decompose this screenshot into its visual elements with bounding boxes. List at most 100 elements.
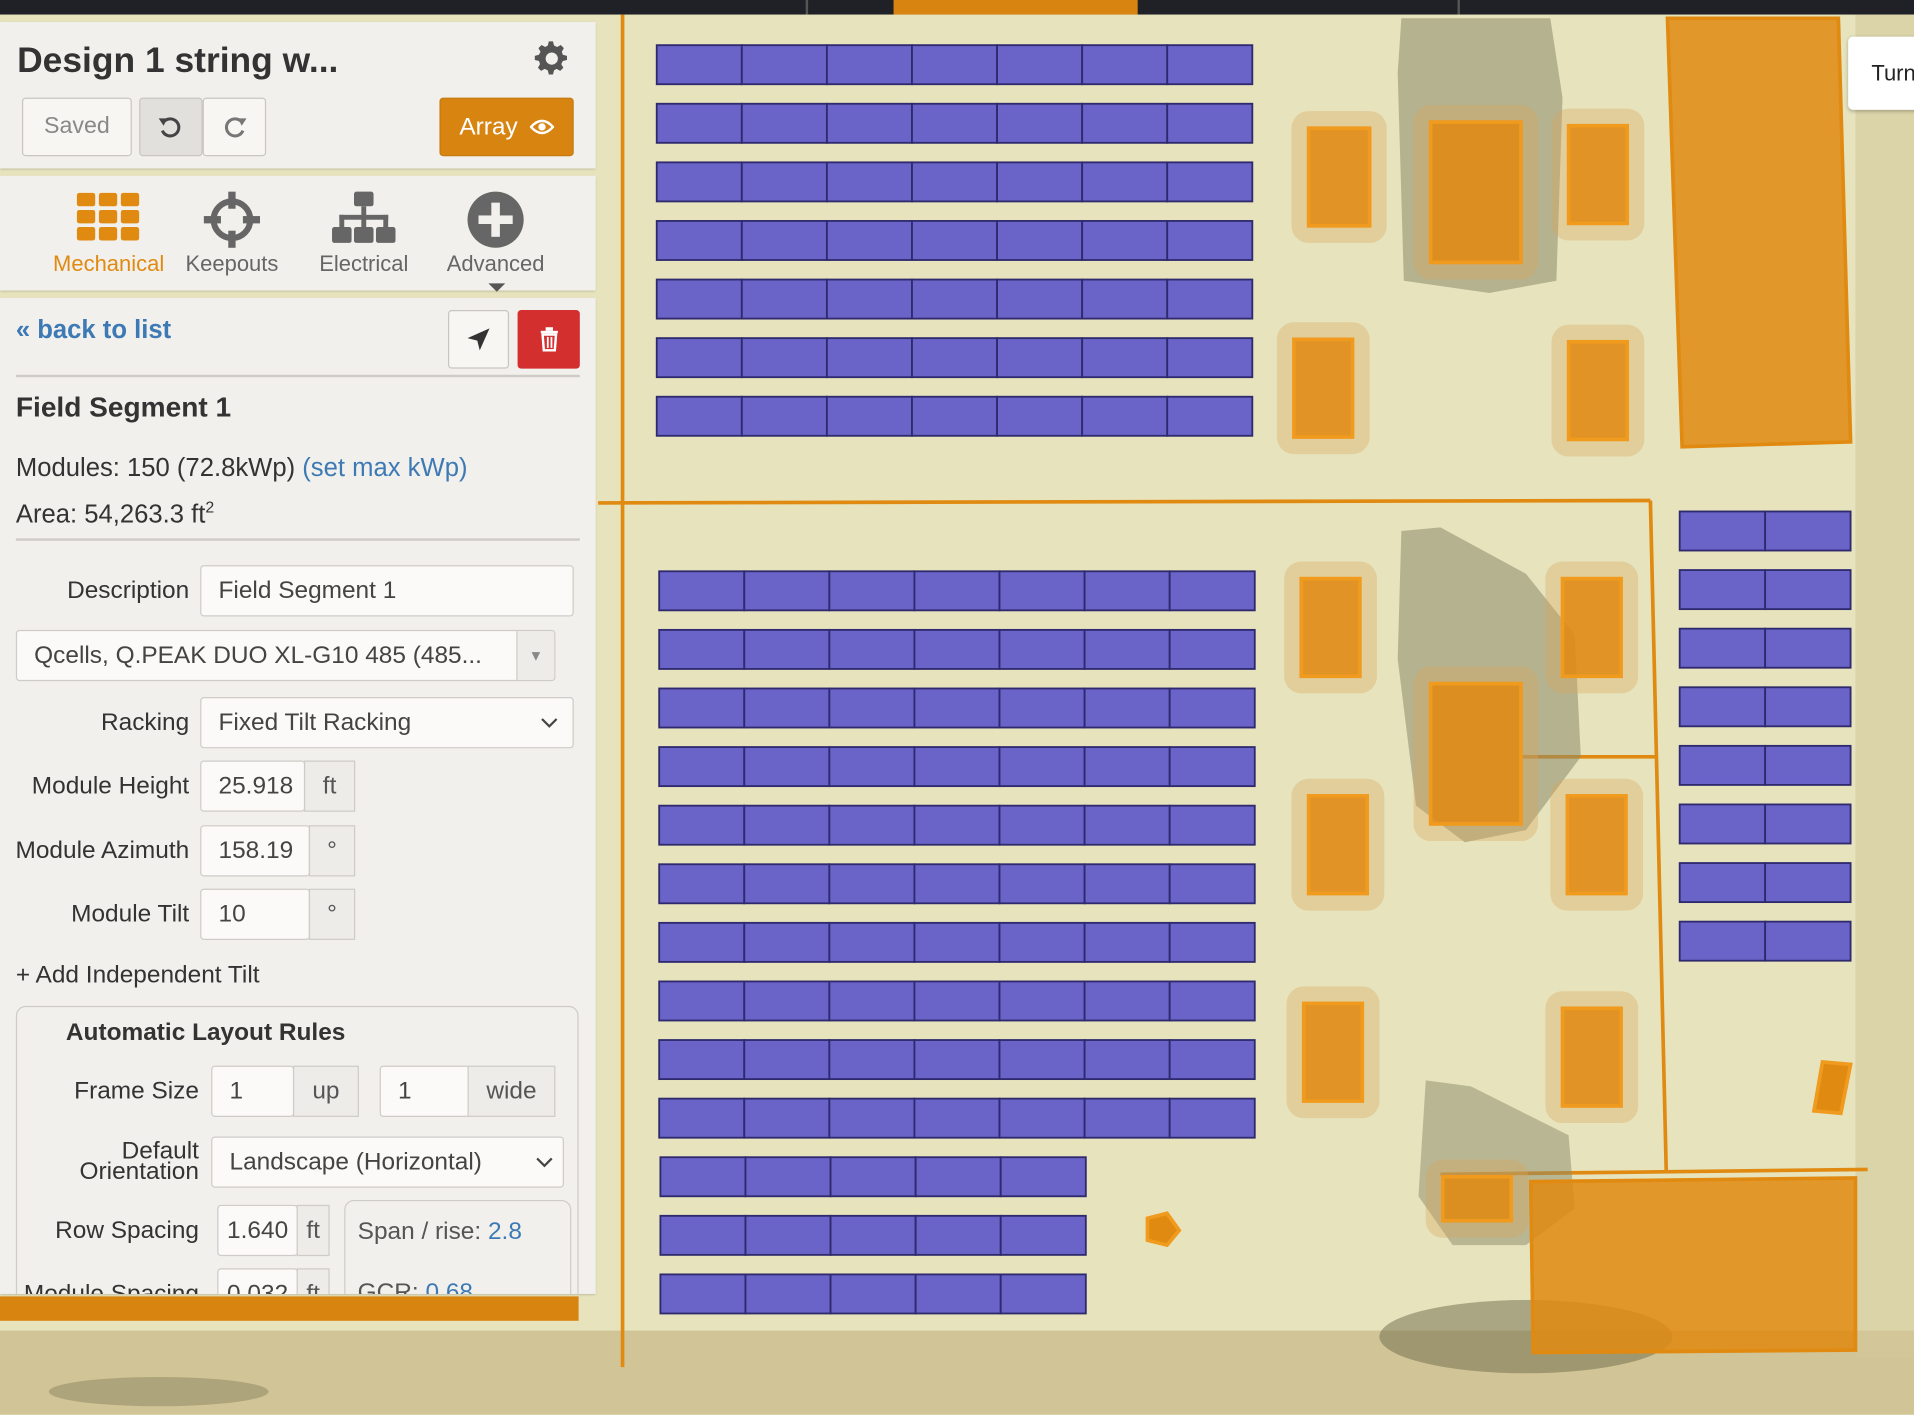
- solar-module[interactable]: [825, 161, 913, 203]
- solar-module[interactable]: [743, 804, 831, 846]
- solar-module[interactable]: [740, 337, 828, 379]
- solar-module[interactable]: [1678, 686, 1767, 728]
- solar-module[interactable]: [914, 1273, 1002, 1315]
- solar-module[interactable]: [913, 804, 1001, 846]
- solar-module[interactable]: [1083, 863, 1171, 905]
- solar-module[interactable]: [825, 220, 913, 261]
- solar-module[interactable]: [996, 44, 1084, 86]
- keepout-tree[interactable]: [1306, 126, 1372, 228]
- solar-module[interactable]: [658, 1097, 746, 1139]
- solar-module[interactable]: [658, 628, 746, 670]
- solar-module[interactable]: [829, 1156, 917, 1198]
- solar-module[interactable]: [658, 921, 746, 963]
- solar-module[interactable]: [1083, 1039, 1171, 1081]
- solar-module[interactable]: [743, 570, 831, 612]
- solar-module[interactable]: [740, 278, 828, 320]
- solar-module[interactable]: [1168, 628, 1256, 670]
- solar-module[interactable]: [825, 395, 913, 437]
- solar-module[interactable]: [825, 44, 913, 86]
- solar-module[interactable]: [655, 161, 743, 203]
- solar-module[interactable]: [996, 102, 1084, 144]
- tab-electrical[interactable]: Electrical: [308, 176, 420, 291]
- solar-module[interactable]: [998, 1097, 1086, 1139]
- solar-module[interactable]: [1081, 102, 1169, 144]
- solar-module[interactable]: [998, 804, 1086, 846]
- solar-module[interactable]: [998, 921, 1086, 963]
- solar-module[interactable]: [1166, 220, 1254, 261]
- keepout-tree[interactable]: [1301, 1001, 1365, 1103]
- segment-boundary[interactable]: [598, 498, 1651, 505]
- solar-module[interactable]: [1168, 1039, 1256, 1081]
- solar-module[interactable]: [996, 278, 1084, 320]
- solar-module[interactable]: [913, 921, 1001, 963]
- solar-module[interactable]: [825, 102, 913, 144]
- solar-module[interactable]: [913, 863, 1001, 905]
- solar-module[interactable]: [829, 1273, 917, 1315]
- solar-module[interactable]: [659, 1273, 747, 1315]
- solar-module[interactable]: [658, 746, 746, 788]
- solar-module[interactable]: [1081, 161, 1169, 203]
- keepout-tree[interactable]: [1566, 339, 1630, 442]
- solar-module[interactable]: [828, 570, 916, 612]
- solar-module[interactable]: [828, 863, 916, 905]
- solar-module[interactable]: [998, 687, 1086, 729]
- keepout-tree[interactable]: [1565, 794, 1628, 896]
- solar-module[interactable]: [743, 1097, 831, 1139]
- solar-module[interactable]: [743, 628, 831, 670]
- solar-module[interactable]: [743, 921, 831, 963]
- solar-module[interactable]: [740, 102, 828, 144]
- solar-module[interactable]: [1083, 1097, 1171, 1139]
- solar-module[interactable]: [1081, 395, 1169, 437]
- solar-module[interactable]: [825, 337, 913, 379]
- gear-icon[interactable]: [532, 40, 571, 79]
- solar-module[interactable]: [744, 1214, 832, 1256]
- solar-module[interactable]: [740, 220, 828, 261]
- keepout-building[interactable]: [1665, 16, 1853, 449]
- solar-module[interactable]: [659, 1156, 747, 1198]
- solar-module[interactable]: [743, 980, 831, 1022]
- saved-button[interactable]: Saved: [21, 97, 132, 157]
- solar-module[interactable]: [658, 980, 746, 1022]
- solar-module[interactable]: [998, 628, 1086, 670]
- solar-module[interactable]: [828, 804, 916, 846]
- module-height-input[interactable]: 25.918: [200, 760, 306, 812]
- solar-module[interactable]: [740, 395, 828, 437]
- solar-module[interactable]: [913, 1039, 1001, 1081]
- keepout-tree[interactable]: [1560, 1006, 1623, 1108]
- frame-up-input[interactable]: 1: [211, 1065, 295, 1117]
- solar-module[interactable]: [828, 1039, 916, 1081]
- solar-module[interactable]: [825, 278, 913, 320]
- solar-module[interactable]: [913, 570, 1001, 612]
- solar-module[interactable]: [1764, 920, 1852, 962]
- solar-module[interactable]: [998, 746, 1086, 788]
- keepout-tree[interactable]: [1306, 794, 1370, 896]
- solar-module[interactable]: [655, 337, 743, 379]
- solar-module[interactable]: [1678, 569, 1767, 611]
- solar-module[interactable]: [658, 863, 746, 905]
- orientation-select[interactable]: Landscape (Horizontal): [211, 1136, 564, 1188]
- solar-module[interactable]: [1081, 44, 1169, 86]
- solar-module[interactable]: [1083, 980, 1171, 1022]
- solar-module[interactable]: [911, 278, 998, 320]
- solar-module[interactable]: [1166, 102, 1254, 144]
- solar-module[interactable]: [913, 980, 1001, 1022]
- solar-module[interactable]: [1166, 337, 1254, 379]
- solar-module[interactable]: [996, 220, 1084, 261]
- solar-module[interactable]: [911, 220, 998, 261]
- delete-button[interactable]: [517, 310, 580, 369]
- solar-module[interactable]: [1081, 278, 1169, 320]
- add-independent-tilt-link[interactable]: + Add Independent Tilt: [16, 962, 260, 990]
- solar-module[interactable]: [911, 102, 998, 144]
- solar-module[interactable]: [913, 628, 1001, 670]
- module-tilt-input[interactable]: 10: [200, 888, 311, 940]
- solar-module[interactable]: [914, 1156, 1002, 1198]
- keepout-tree[interactable]: [1441, 1174, 1514, 1223]
- solar-module[interactable]: [659, 1214, 747, 1256]
- solar-module[interactable]: [743, 746, 831, 788]
- keepout-tree[interactable]: [1299, 576, 1362, 679]
- solar-module[interactable]: [1168, 1097, 1256, 1139]
- description-input[interactable]: Field Segment 1: [200, 565, 574, 617]
- solar-module[interactable]: [743, 687, 831, 729]
- solar-module[interactable]: [1168, 687, 1256, 729]
- solar-module[interactable]: [1168, 863, 1256, 905]
